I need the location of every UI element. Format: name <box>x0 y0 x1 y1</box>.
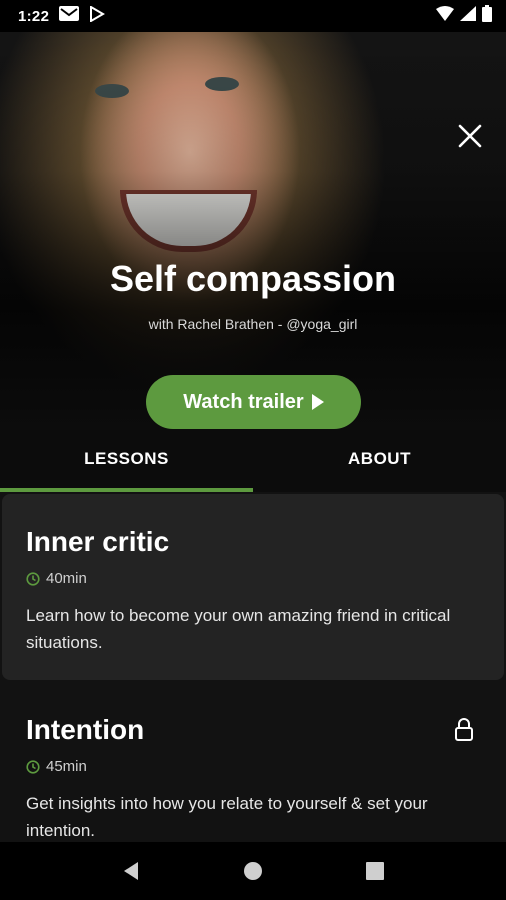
play-icon <box>311 394 324 410</box>
clock-icon <box>26 759 40 774</box>
close-icon <box>458 124 482 148</box>
wifi-icon <box>436 6 454 26</box>
lesson-duration: 40min <box>26 570 87 587</box>
gmail-icon <box>59 6 80 26</box>
lesson-description: Learn how to become your own amazing fri… <box>26 606 451 652</box>
signal-icon <box>460 6 476 26</box>
tab-lessons[interactable]: LESSONS <box>0 430 253 488</box>
lessons-list: Inner critic 40min Learn how to become y… <box>0 492 506 842</box>
play-store-icon <box>89 4 106 27</box>
lesson-description: Get insights into how you relate to your… <box>26 794 428 840</box>
nav-back-button[interactable] <box>111 851 151 891</box>
watch-trailer-button[interactable]: Watch trailer <box>146 375 361 429</box>
navigation-bar <box>0 842 506 900</box>
close-button[interactable] <box>454 120 486 152</box>
course-subtitle: with Rachel Brathen - @yoga_girl <box>148 316 358 332</box>
tab-bar: LESSONS ABOUT <box>0 430 506 492</box>
nav-home-button[interactable] <box>233 851 273 891</box>
lock-icon <box>455 718 473 741</box>
lesson-title: Intention <box>26 714 145 745</box>
watch-trailer-label: Watch trailer <box>183 390 304 413</box>
nav-recents-button[interactable] <box>355 851 395 891</box>
lesson-duration-text: 40min <box>46 570 87 587</box>
recents-icon <box>366 862 384 880</box>
back-icon <box>124 862 138 880</box>
status-bar: 1:22 <box>0 0 506 32</box>
lesson-card-intention[interactable]: Intention 45min Get insights into how yo… <box>2 692 504 842</box>
lesson-card-inner-critic[interactable]: Inner critic 40min Learn how to become y… <box>2 494 504 680</box>
battery-icon <box>482 5 492 27</box>
hero-banner: Self compassion with Rachel Brathen - @y… <box>0 32 506 430</box>
course-title: Self compassion <box>109 258 397 299</box>
lesson-title: Inner critic <box>26 526 170 557</box>
lesson-duration: 45min <box>26 758 87 775</box>
lesson-duration-text: 45min <box>46 758 87 775</box>
clock-icon <box>26 571 40 586</box>
status-time: 1:22 <box>18 7 50 25</box>
tab-about[interactable]: ABOUT <box>253 430 506 488</box>
home-icon <box>244 862 262 880</box>
